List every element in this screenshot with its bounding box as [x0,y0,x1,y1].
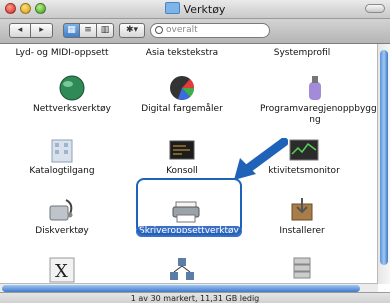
item-directory-access[interactable]: Katalogtilgang [12,134,112,177]
horizontal-scroll-thumb[interactable] [2,285,360,292]
search-placeholder: overalt [166,25,198,35]
forward-button[interactable]: ▸ [31,23,53,38]
item-asian-text[interactable]: Asia tekstekstra [132,48,232,59]
item-network-utility[interactable]: Nettverksverktøy [22,72,122,115]
action-menu-button[interactable]: ✱▾ [119,23,145,38]
icon-grid: Lyd- og MIDI-oppsett Asia tekstekstra Sy… [0,44,380,284]
item-label: Nettverksverktøy [33,104,111,114]
pointer-arrow-icon [234,138,288,180]
network-nodes-icon [170,258,194,280]
item-label: Konsoll [166,166,198,176]
item-label: Programvaregjenoppbyggi ng [260,104,380,125]
activity-monitor-icon [289,139,319,161]
list-view-button[interactable]: ≡ [80,23,97,38]
item-console[interactable]: Konsoll [132,134,232,177]
toolbar: ◂ ▸ ▦ ≡ ▥ ✱▾ overalt [0,19,390,44]
x11-icon: X [49,257,75,283]
item-label: Katalogtilgang [29,166,95,176]
restore-bottle-icon [309,76,321,100]
item-label: Asia tekstekstra [145,48,219,58]
item-label: Installerer [279,226,325,236]
status-bar: 1 av 30 markert, 11,31 GB ledig [0,292,390,303]
printer-highlight-frame [136,178,242,235]
finder-window: Verktøy ◂ ▸ ▦ ≡ ▥ ✱▾ overalt Lyd- og MID… [0,0,390,303]
item-label: Diskverktøy [35,226,89,236]
item-audio-midi[interactable]: Lyd- og MIDI-oppsett [12,48,112,59]
console-terminal-icon [169,140,195,160]
title-bar[interactable]: Verktøy [0,0,390,19]
network-globe-icon [59,75,85,101]
item-label: Digital fargemåler [141,104,223,114]
vertical-scrollbar[interactable] [377,44,390,284]
item-server-tool[interactable] [252,254,352,284]
search-input[interactable]: overalt [150,23,270,38]
directory-building-icon [51,139,73,163]
item-disk-utility[interactable]: Diskverktøy [12,194,112,237]
toolbar-toggle-button[interactable] [365,4,385,13]
column-view-button[interactable]: ▥ [97,23,114,38]
item-system-profiler[interactable]: Systemprofil [252,48,352,59]
item-network-tool[interactable] [132,254,232,284]
item-digital-color-meter[interactable]: Digital fargemåler [132,72,232,115]
disk-stethoscope-icon [49,199,73,221]
search-icon [155,26,163,34]
item-label: Systemprofil [273,48,331,58]
item-x11[interactable]: X [12,254,112,284]
vertical-scroll-thumb[interactable] [380,50,388,265]
item-installer[interactable]: Installerer [252,194,352,237]
svg-text:X: X [55,261,68,282]
window-title: Verktøy [0,2,390,16]
window-title-text: Verktøy [183,3,226,16]
item-label: Lyd- og MIDI-oppsett [15,48,109,58]
installer-box-icon [291,198,313,221]
back-button[interactable]: ◂ [9,23,31,38]
folder-icon [164,2,180,14]
color-meter-icon [170,76,195,100]
item-software-restore[interactable]: Programvaregjenoppbyggi ng [260,72,380,126]
icon-view-button[interactable]: ▦ [63,23,80,38]
server-stack-icon [293,257,311,279]
